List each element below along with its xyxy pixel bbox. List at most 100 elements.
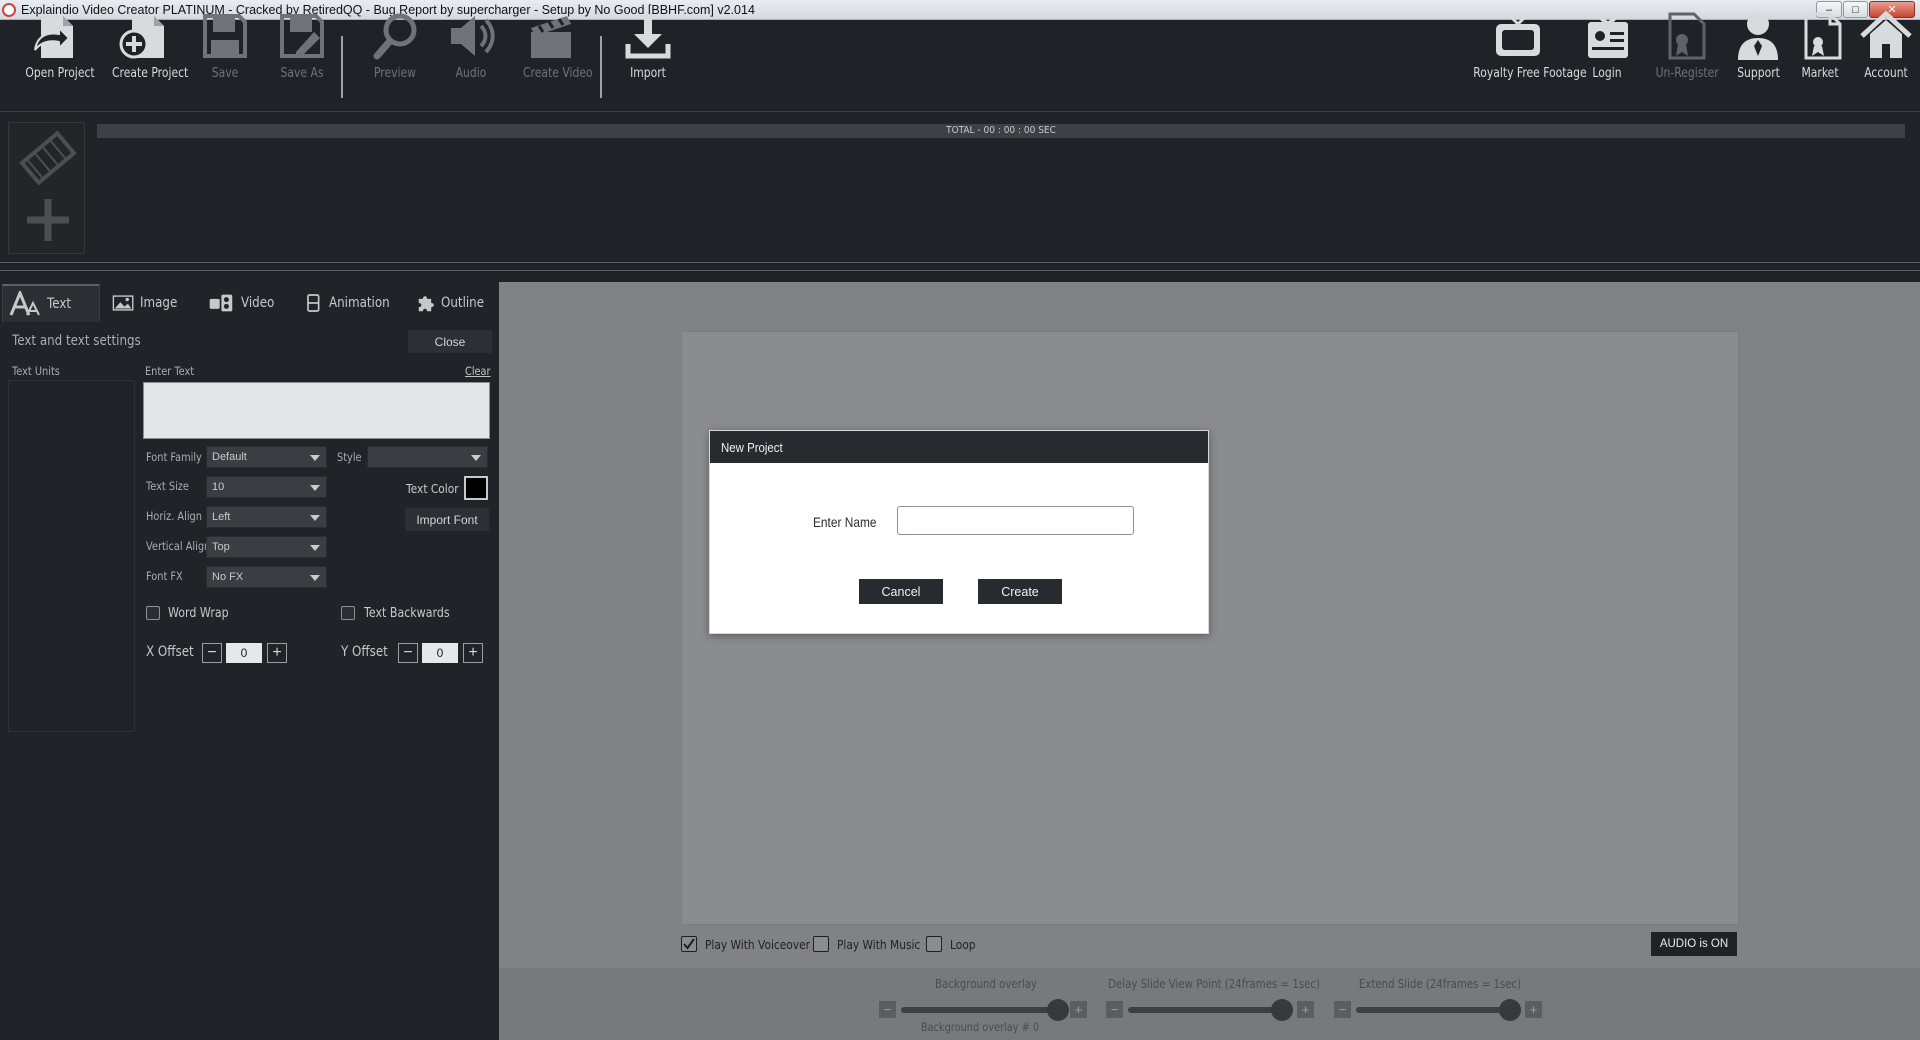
timeline-track[interactable]: TOTAL - 00 : 00 : 00 SEC	[97, 124, 1905, 138]
play-with-music-checkbox[interactable]	[813, 936, 829, 952]
dialog-header: New Project	[710, 431, 1208, 463]
audio-toggle-button[interactable]: AUDIO is ON	[1651, 932, 1737, 956]
account-button[interactable]: Account	[1856, 10, 1916, 81]
checkmark-icon	[683, 938, 695, 950]
delay-slide-knob[interactable]	[1270, 999, 1293, 1021]
word-wrap-label: Word Wrap	[168, 606, 229, 621]
add-slide-button[interactable]	[8, 122, 85, 254]
save-as-button[interactable]: Save As	[272, 10, 332, 81]
text-size-select[interactable]: 10	[206, 476, 327, 498]
extend-slide-decrease-button[interactable]: −	[1334, 1001, 1351, 1018]
extend-slide-label: Extend Slide (24frames = 1sec)	[1358, 977, 1522, 991]
cancel-button[interactable]: Cancel	[859, 579, 943, 604]
font-fx-value: No FX	[212, 571, 244, 583]
extend-slide-increase-button[interactable]: +	[1525, 1001, 1542, 1018]
tab-image[interactable]: Image	[106, 284, 190, 322]
market-button[interactable]: Market	[1796, 10, 1844, 81]
app-logo-icon	[2, 3, 16, 17]
import-font-button[interactable]: Import Font	[405, 508, 489, 531]
vertical-align-select[interactable]: Top	[206, 536, 327, 558]
market-document-icon	[1804, 12, 1842, 60]
horiz-align-select[interactable]: Left	[206, 506, 327, 528]
puzzle-icon	[418, 296, 434, 312]
preview-button[interactable]: Preview	[364, 10, 426, 81]
chevron-down-icon	[310, 515, 320, 521]
open-project-button[interactable]: Open Project	[18, 10, 95, 81]
word-wrap-checkbox[interactable]	[146, 606, 160, 620]
play-with-voiceover-label: Play With Voiceover	[705, 937, 811, 952]
text-backwards-checkbox[interactable]	[341, 606, 355, 620]
tv-icon	[1496, 12, 1540, 56]
enter-text-field[interactable]	[143, 382, 490, 439]
play-with-music-label: Play With Music	[837, 937, 921, 952]
un-register-button[interactable]: Un-Register	[1648, 10, 1724, 81]
support-person-icon	[1738, 13, 1778, 60]
background-overlay-increase-button[interactable]: +	[1070, 1001, 1087, 1018]
text-units-list[interactable]	[8, 380, 135, 732]
tab-animation[interactable]: Animation	[298, 284, 406, 322]
create-project-button[interactable]: Create Project	[104, 10, 188, 81]
toolbar-separator	[600, 36, 602, 98]
style-select[interactable]	[367, 446, 488, 468]
background-overlay-knob[interactable]	[1047, 999, 1070, 1021]
x-offset-increase-button[interactable]: +	[267, 643, 287, 663]
vertical-align-value: Top	[212, 541, 230, 553]
new-project-dialog: New Project Enter Name Cancel Create	[709, 430, 1209, 634]
login-button[interactable]: Login	[1582, 10, 1632, 81]
text-size-label: Text Size	[146, 479, 189, 493]
enter-text-label: Enter Text	[145, 364, 195, 378]
tab-video[interactable]: Video	[202, 284, 286, 322]
x-offset-input[interactable]: 0	[226, 643, 262, 663]
y-offset-input[interactable]: 0	[422, 643, 458, 663]
extend-slide-knob[interactable]	[1498, 999, 1521, 1021]
delay-slide-slider[interactable]	[1128, 999, 1293, 1021]
vertical-align-label: Vertical Align	[146, 539, 211, 553]
save-button[interactable]: Save	[196, 10, 254, 81]
style-label: Style	[337, 450, 362, 464]
play-with-voiceover-checkbox[interactable]	[681, 936, 697, 952]
royalty-free-footage-button[interactable]: Royalty Free Footage	[1462, 10, 1587, 81]
background-overlay-slider[interactable]	[901, 999, 1070, 1021]
background-overlay-decrease-button[interactable]: −	[879, 1001, 896, 1018]
y-offset-increase-button[interactable]: +	[463, 643, 483, 663]
text-color-swatch[interactable]	[464, 476, 488, 500]
close-panel-button[interactable]: Close	[408, 330, 492, 353]
text-backwards-label: Text Backwards	[364, 606, 450, 621]
support-button[interactable]: Support	[1732, 10, 1784, 81]
delay-slide-increase-button[interactable]: +	[1297, 1001, 1314, 1018]
divider	[0, 270, 1920, 271]
dialog-title: New Project	[721, 439, 783, 455]
extend-slide-slider[interactable]	[1356, 999, 1521, 1021]
chevron-down-icon	[310, 485, 320, 491]
image-tab-icon	[112, 295, 134, 311]
text-color-label: Text Color	[406, 481, 459, 496]
import-button[interactable]: Import	[620, 10, 676, 81]
y-offset-decrease-button[interactable]: −	[398, 643, 418, 663]
font-family-select[interactable]: Default	[206, 446, 327, 468]
font-fx-select[interactable]: No FX	[206, 566, 327, 588]
certificate-icon	[1668, 12, 1706, 60]
save-icon	[203, 14, 247, 58]
x-offset-label: X Offset	[146, 644, 194, 660]
divider	[0, 262, 1920, 263]
delay-slide-view-point-label: Delay Slide View Point (24frames = 1sec)	[1108, 977, 1321, 991]
background-overlay-value-label: Background overlay # 0	[920, 1020, 1040, 1034]
tab-outline[interactable]: Outline	[410, 284, 498, 322]
loop-checkbox[interactable]	[926, 936, 942, 952]
x-offset-decrease-button[interactable]: −	[202, 643, 222, 663]
delay-slide-decrease-button[interactable]: −	[1106, 1001, 1123, 1018]
loop-label: Loop	[950, 937, 976, 952]
project-name-input[interactable]	[897, 506, 1134, 535]
text-size-value: 10	[212, 481, 225, 493]
chevron-down-icon	[310, 455, 320, 461]
audio-button[interactable]: Audio	[442, 10, 500, 81]
panel-heading: Text and text settings	[12, 333, 141, 349]
tab-text[interactable]: Text	[2, 284, 100, 322]
download-icon	[625, 14, 671, 59]
speaker-icon	[451, 16, 495, 56]
create-video-button[interactable]: Create Video	[516, 10, 593, 81]
clear-text-link[interactable]: Clear	[465, 364, 491, 378]
enter-name-label: Enter Name	[813, 514, 877, 530]
text-tab-icon	[9, 291, 40, 316]
create-button[interactable]: Create	[978, 579, 1062, 604]
